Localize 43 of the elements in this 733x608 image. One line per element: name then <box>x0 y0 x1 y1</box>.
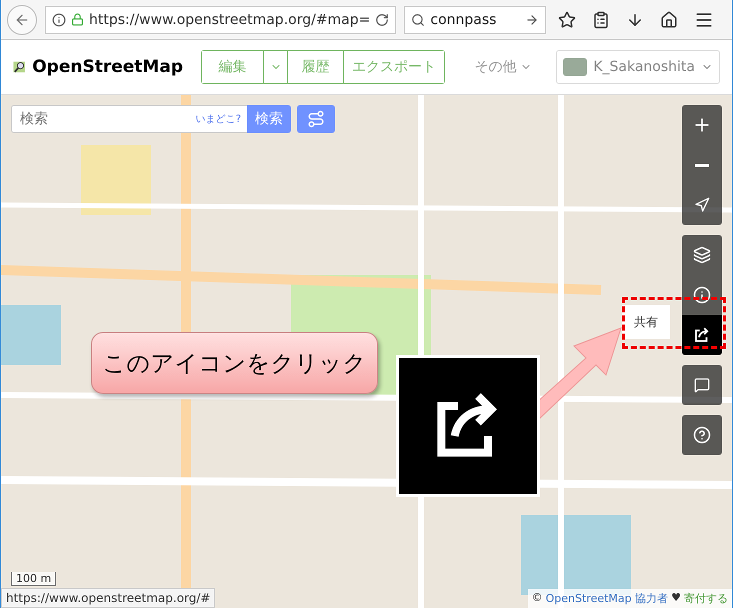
info-icon <box>693 286 711 304</box>
home-icon[interactable] <box>660 10 678 28</box>
help-icon <box>693 426 711 444</box>
share-tooltip: 共有 <box>622 305 670 339</box>
clipboard-icon[interactable] <box>592 10 610 28</box>
avatar-image <box>563 58 588 76</box>
more-menu[interactable]: その他 <box>468 57 538 77</box>
status-url: https://www.openstreetmap.org/# <box>1 588 216 608</box>
address-bar[interactable]: https://www.openstreetmap.org/#map= <box>45 6 396 34</box>
copyright-text: © <box>532 591 543 606</box>
share-button[interactable] <box>682 315 722 355</box>
route-icon <box>307 110 325 128</box>
info-icon <box>52 12 66 26</box>
search-field[interactable]: 検索 いまどこ? <box>11 105 247 133</box>
bookmark-star-icon[interactable] <box>558 10 576 28</box>
heart-text: ♥ <box>671 591 681 606</box>
directions-button[interactable] <box>297 105 335 133</box>
share-icon <box>693 326 711 344</box>
browser-search-field[interactable]: connpass <box>404 6 546 34</box>
back-button[interactable] <box>7 4 37 34</box>
scale-bar: 100 m <box>11 572 56 586</box>
search-button[interactable]: 検索 <box>247 105 291 133</box>
reload-icon[interactable] <box>375 12 390 26</box>
edit-button[interactable]: 編集 <box>202 51 264 83</box>
help-button[interactable] <box>682 415 722 455</box>
layers-button[interactable] <box>682 235 722 275</box>
zoom-in-button[interactable] <box>682 105 722 145</box>
contributors-link[interactable]: OpenStreetMap 協力者 <box>546 591 668 606</box>
user-menu[interactable]: K_Sakanoshita <box>556 50 720 84</box>
locate-button[interactable] <box>682 185 722 225</box>
lock-icon <box>71 13 84 26</box>
layers-icon <box>693 246 711 264</box>
location-arrow-icon <box>694 197 710 213</box>
info-button[interactable] <box>682 275 722 315</box>
search-icon <box>411 12 426 26</box>
donate-link[interactable]: 寄付する <box>684 591 728 606</box>
go-arrow-icon[interactable] <box>525 12 540 26</box>
zoom-out-icon <box>695 164 709 166</box>
speech-bubble-icon <box>694 377 710 393</box>
site-logo-text[interactable]: OpenStreetMap <box>32 57 183 77</box>
where-am-i-link[interactable]: いまどこ? <box>196 112 241 126</box>
callout-bubble: このアイコンをクリック <box>91 332 378 394</box>
note-button[interactable] <box>682 365 722 405</box>
